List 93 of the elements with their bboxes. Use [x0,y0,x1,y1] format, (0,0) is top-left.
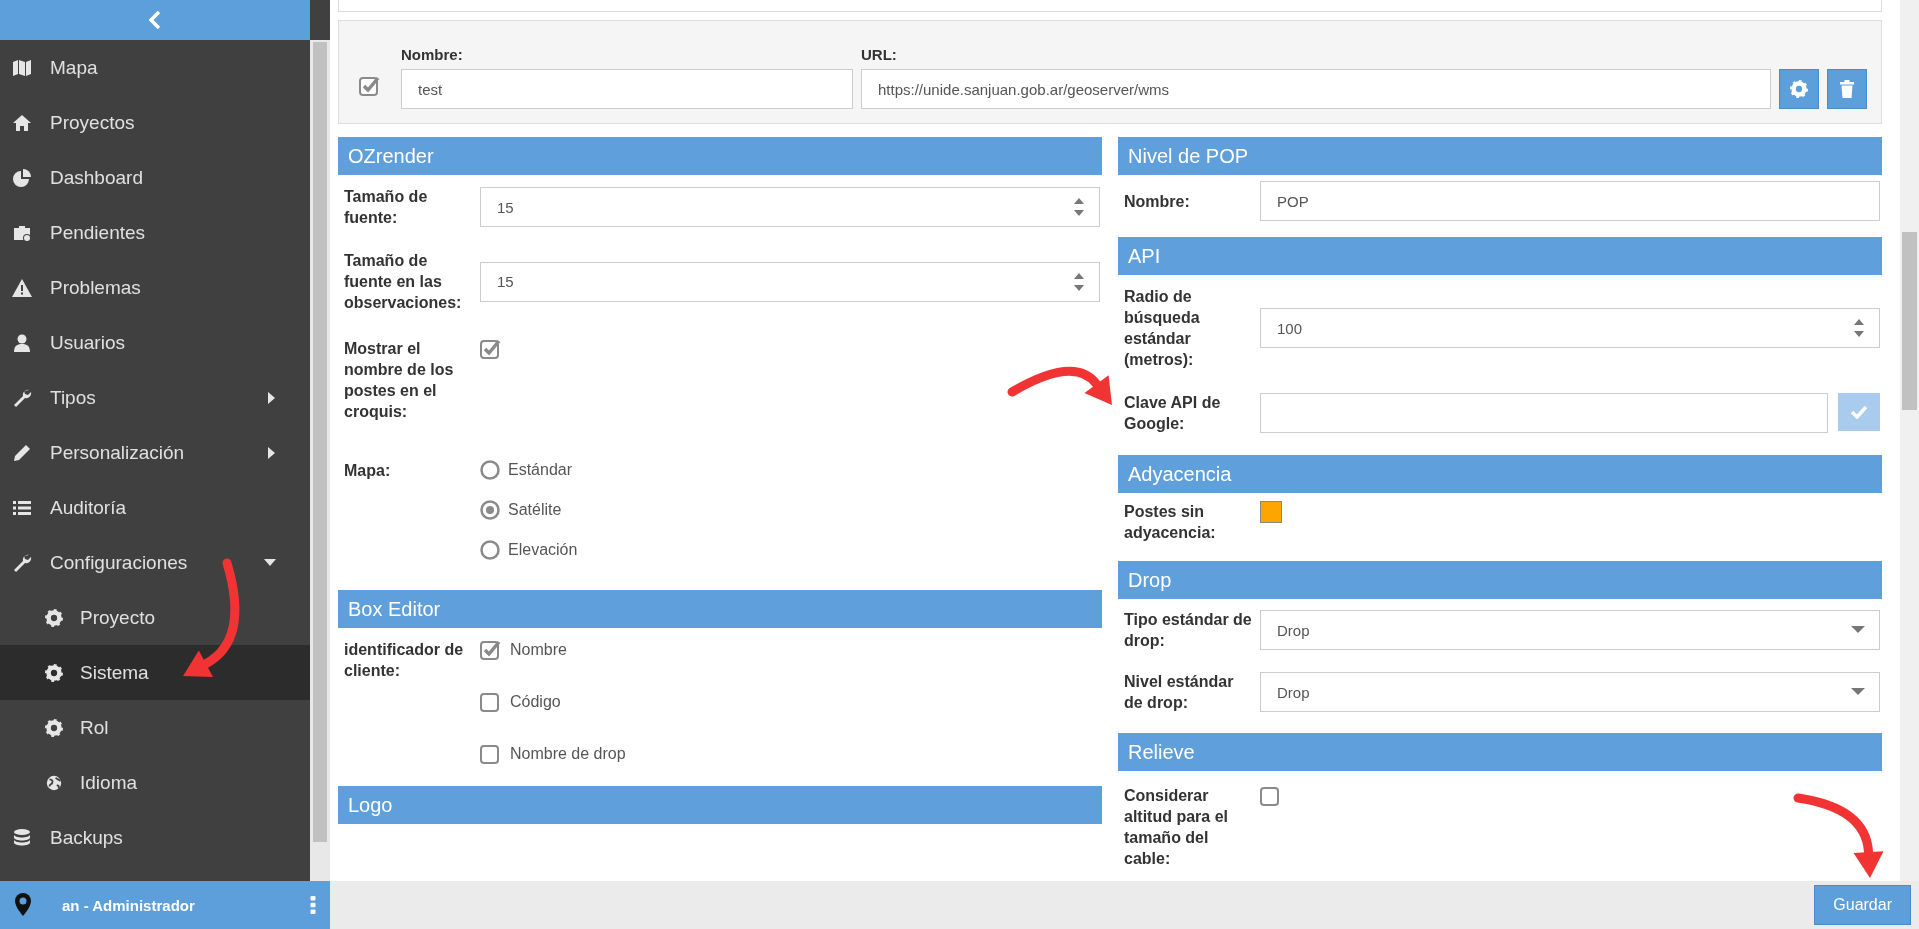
field-label: Tamaño de fuente en las observaciones: [344,251,463,313]
wrench-icon [12,387,32,408]
database-icon [12,827,32,848]
radio-button[interactable] [480,500,500,520]
trash-icon [1840,80,1854,98]
gear-icon [45,663,63,682]
user-name: an - Administrador [62,896,196,914]
field-label: Nivel estándar de drop: [1124,672,1235,713]
home-icon [12,112,32,133]
field-label: Mostrar el nombre de los postes en el croquis: [344,339,455,422]
dropdown[interactable]: Drop [1260,610,1880,650]
section-header: Logo [338,786,1102,824]
sidebar-item[interactable]: Proyectos [0,95,310,150]
checkbox[interactable] [480,743,502,765]
checkbox[interactable] [480,338,502,360]
number-field[interactable]: 15 [480,187,1100,227]
settings-button[interactable] [1779,69,1819,109]
sidebar-item[interactable]: Usuarios [0,315,310,370]
spinner-icon[interactable] [1073,197,1085,217]
sidebar-item[interactable]: Pendientes [0,205,310,260]
sidebar-item[interactable]: Mapa [0,40,310,95]
radio-button[interactable] [480,540,500,560]
check-icon [1850,405,1868,419]
option-label: Estándar [508,461,573,479]
sidebar-item[interactable]: Configuraciones [0,535,310,590]
field-label: Radio de búsqueda estándar (metros): [1124,287,1201,370]
dropdown[interactable]: Drop [1260,672,1880,712]
spinner-icon[interactable] [1073,271,1085,292]
spinner-icon[interactable] [1853,318,1865,338]
sidebar-item[interactable]: Rol [0,700,310,755]
scrollbar[interactable] [310,40,330,881]
pie-chart-icon [12,167,32,188]
field-label: Tipo estándar de drop: [1124,610,1252,651]
section-header: Box Editor [338,590,1102,628]
chevron-left-icon[interactable] [149,11,161,29]
sidebar-item[interactable]: Auditoría [0,480,310,535]
more-vertical-icon[interactable] [310,896,316,914]
text-field[interactable]: test [401,69,853,109]
text-field[interactable] [1260,393,1828,433]
sidebar-item[interactable]: Proyecto [0,590,310,645]
caret-down-icon [1851,688,1865,696]
sidebar-item[interactable]: Backups [0,810,310,865]
checkbox[interactable] [480,639,502,661]
option-label: Código [510,693,561,711]
warning-icon [12,277,32,298]
field-label: URL: [861,46,898,63]
checkbox[interactable] [480,691,502,713]
section-header: Nivel de POP [1118,137,1882,175]
arrow-icon [1007,366,1112,405]
field-label: Nombre: [1124,191,1191,212]
sidebar-item[interactable]: Tipos [0,370,310,425]
delete-button[interactable] [1827,69,1867,109]
sidebar-item[interactable]: Dashboard [0,150,310,205]
section-header: Relieve [1118,733,1882,771]
gear-icon [1790,80,1808,98]
field-label: Postes sin adyacencia: [1124,502,1217,543]
text-field[interactable]: POP [1260,181,1880,221]
gear-icon [45,718,63,737]
field-label: Considerar altitud para el tamaño del cable: [1124,786,1230,869]
checkbox[interactable] [1260,785,1282,807]
map-pin-icon [12,892,34,918]
number-field[interactable]: 15 [480,261,1100,302]
sidebar-item[interactable]: Personalización [0,425,310,480]
text-field[interactable]: https://unide.sanjuan.gob.ar/geoserver/wms [861,69,1771,109]
radio-button[interactable] [480,460,500,480]
globe-icon [45,773,63,792]
sidebar-item[interactable]: Idioma [0,755,310,810]
section-header: API [1118,237,1882,275]
checkbox[interactable] [359,75,381,97]
color-swatch[interactable] [1260,501,1282,523]
option-label: Nombre de drop [510,745,626,763]
pencil-icon [12,442,32,463]
sidebar-item[interactable]: Sistema [0,645,310,700]
field-label: identificador de cliente: [344,640,465,681]
section-header: Adyacencia [1118,455,1882,493]
option-label: Elevación [508,541,578,559]
scrollbar[interactable] [1900,0,1919,881]
wrench-icon [12,552,32,573]
field-label: Mapa: [344,461,392,481]
field-label: Clave API de Google: [1124,393,1222,434]
caret-down-icon [1851,626,1865,634]
field-label: Tamaño de fuente: [344,187,429,228]
arrow-icon [1793,793,1884,878]
user-icon [12,332,32,353]
sidebar-item[interactable]: Problemas [0,260,310,315]
gear-icon [45,608,63,627]
section-header: OZrender [338,137,1102,175]
number-field[interactable]: 100 [1260,308,1880,348]
section-header: Drop [1118,561,1882,599]
map-icon [12,57,32,78]
option-label: Satélite [508,501,562,519]
option-label: Nombre [510,641,567,659]
field-label: Nombre: [401,46,464,63]
